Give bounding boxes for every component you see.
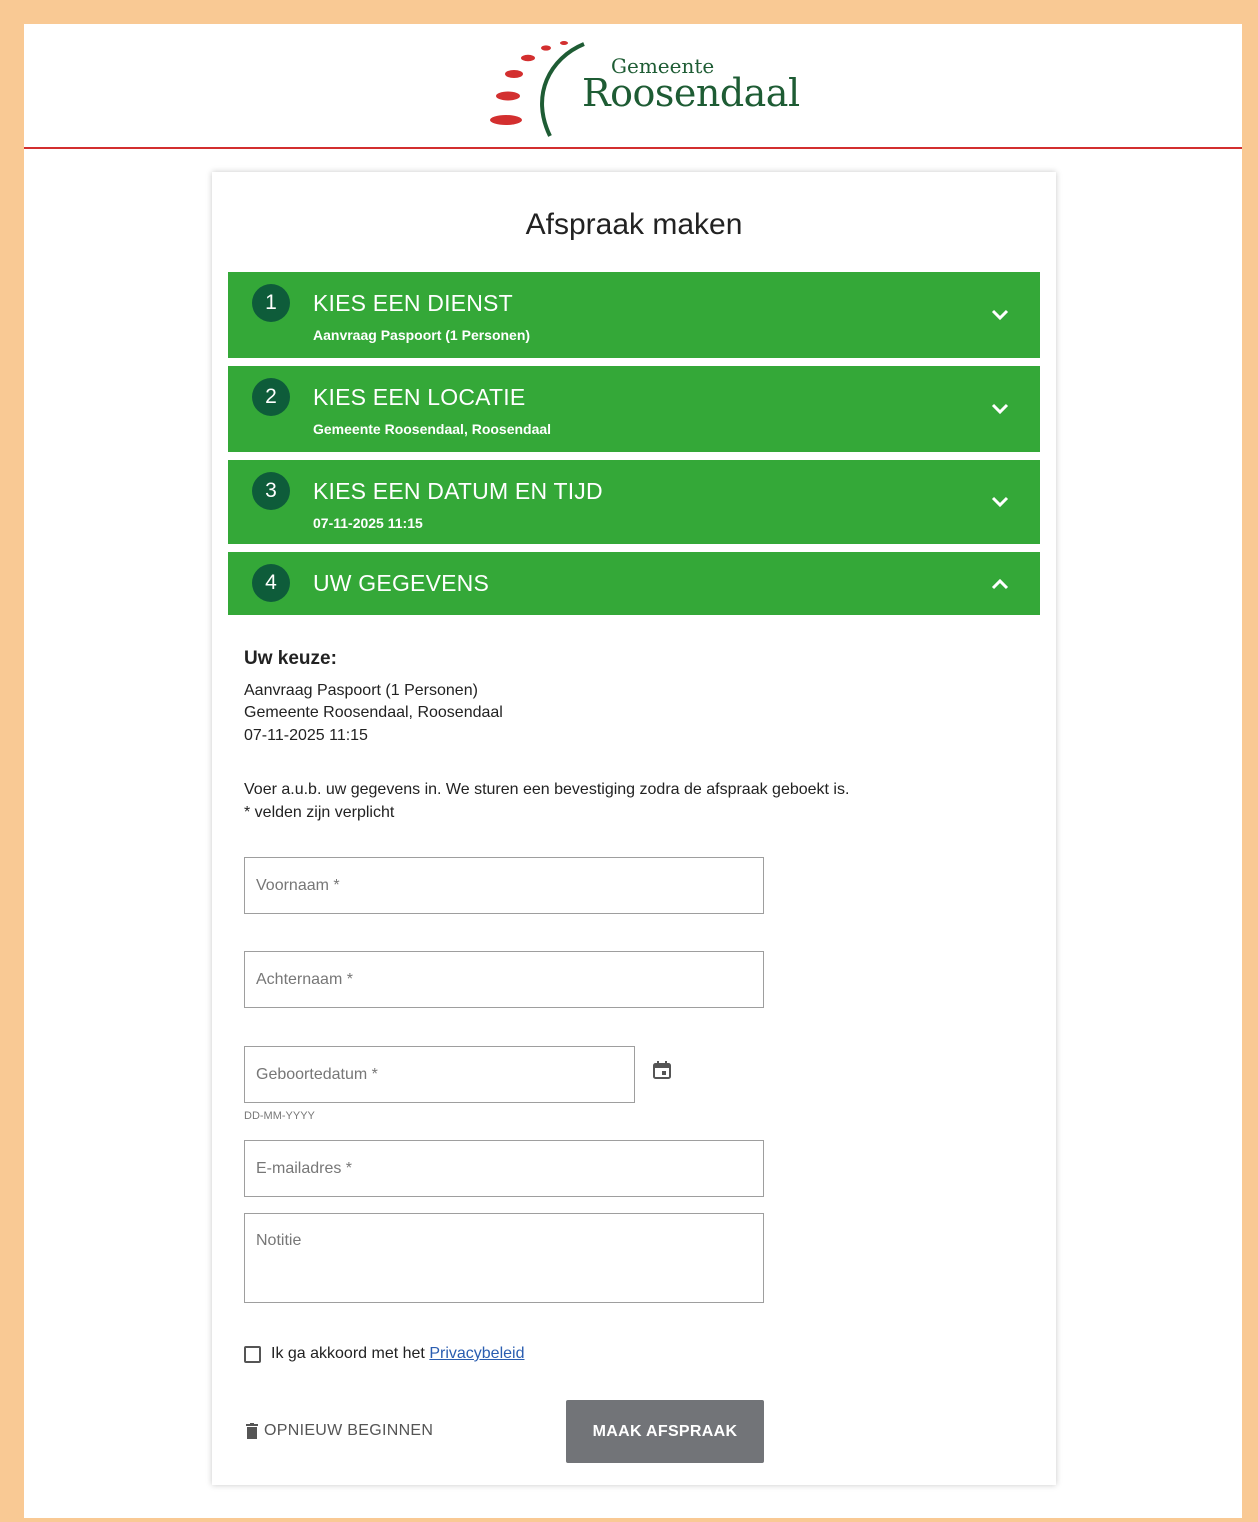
step-kies-een-datum-en-tijd[interactable]: 3 KIES EEN DATUM EN TIJD 07-11-2025 11:1… — [228, 460, 1040, 544]
step-number: 1 — [252, 284, 290, 322]
email-field[interactable] — [244, 1140, 764, 1197]
step-number: 2 — [252, 378, 290, 416]
trash-icon — [246, 1423, 258, 1439]
step-kies-een-locatie[interactable]: 2 KIES EEN LOCATIE Gemeente Roosendaal, … — [228, 366, 1040, 452]
chevron-down-icon[interactable] — [990, 492, 1010, 512]
maak-afspraak-button[interactable]: MAAK AFSPRAAK — [566, 1400, 764, 1463]
instruction-text: Voer a.u.b. uw gegevens in. We sturen ee… — [244, 781, 850, 798]
step-number: 4 — [252, 564, 290, 602]
email-input[interactable] — [245, 1141, 763, 1196]
geboortedatum-input[interactable] — [245, 1047, 634, 1102]
step-subtitle: Gemeente Roosendaal, Roosendaal — [313, 421, 552, 437]
achternaam-field[interactable] — [244, 951, 764, 1008]
chevron-up-icon[interactable] — [990, 574, 1010, 594]
step-subtitle: 07-11-2025 11:15 — [313, 515, 423, 531]
keuze-heading: Uw keuze: — [244, 648, 337, 669]
calendar-icon[interactable] — [652, 1060, 672, 1080]
site-header: Gemeente Roosendaal — [24, 24, 1242, 149]
date-format-hint: DD-MM-YYYY — [244, 1110, 315, 1122]
step-subtitle: Aanvraag Paspoort (1 Personen) — [313, 327, 531, 343]
step-uw-gegevens[interactable]: 4 UW GEGEVENS — [228, 552, 1040, 615]
restart-button[interactable]: OPNIEUW BEGINNEN — [246, 1422, 433, 1440]
notitie-field[interactable] — [244, 1213, 764, 1303]
step-title: KIES EEN DATUM EN TIJD — [313, 478, 603, 504]
step-kies-een-dienst[interactable]: 1 KIES EEN DIENST Aanvraag Paspoort (1 P… — [228, 272, 1040, 358]
keuze-dienst: Aanvraag Paspoort (1 Personen) — [244, 682, 478, 699]
voornaam-input[interactable] — [245, 858, 763, 913]
keuze-locatie: Gemeente Roosendaal, Roosendaal — [244, 704, 503, 721]
achternaam-input[interactable] — [245, 952, 763, 1007]
logo-text-big: Roosendaal — [582, 71, 800, 115]
geboortedatum-field[interactable] — [244, 1046, 635, 1103]
chevron-down-icon[interactable] — [990, 305, 1010, 325]
step-title: KIES EEN DIENST — [313, 290, 513, 316]
step-title: UW GEGEVENS — [313, 570, 490, 596]
privacy-link[interactable]: Privacybeleid — [429, 1345, 524, 1362]
logo-mark-icon — [490, 41, 585, 137]
restart-label: OPNIEUW BEGINNEN — [264, 1422, 434, 1439]
step-title: KIES EEN LOCATIE — [313, 384, 526, 410]
privacy-agreement: Ik ga akkoord met het Privacybeleid — [271, 1345, 524, 1363]
page-title: Afspraak maken — [525, 208, 743, 241]
appointment-card: Afspraak maken 1 KIES EEN DIENST Aanvraa… — [212, 172, 1056, 1485]
chevron-down-icon[interactable] — [990, 399, 1010, 419]
privacy-checkbox[interactable] — [244, 1346, 261, 1363]
agree-text: Ik ga akkoord met het — [271, 1345, 430, 1362]
voornaam-field[interactable] — [244, 857, 764, 914]
gemeente-roosendaal-logo[interactable]: Gemeente Roosendaal — [490, 40, 800, 140]
required-note: * velden zijn verplicht — [244, 804, 395, 821]
notitie-textarea[interactable] — [245, 1214, 763, 1302]
page-frame: Gemeente Roosendaal Afspraak maken 1 KIE… — [24, 24, 1242, 1518]
step-number: 3 — [252, 472, 290, 510]
keuze-datum-tijd: 07-11-2025 11:15 — [244, 727, 368, 744]
